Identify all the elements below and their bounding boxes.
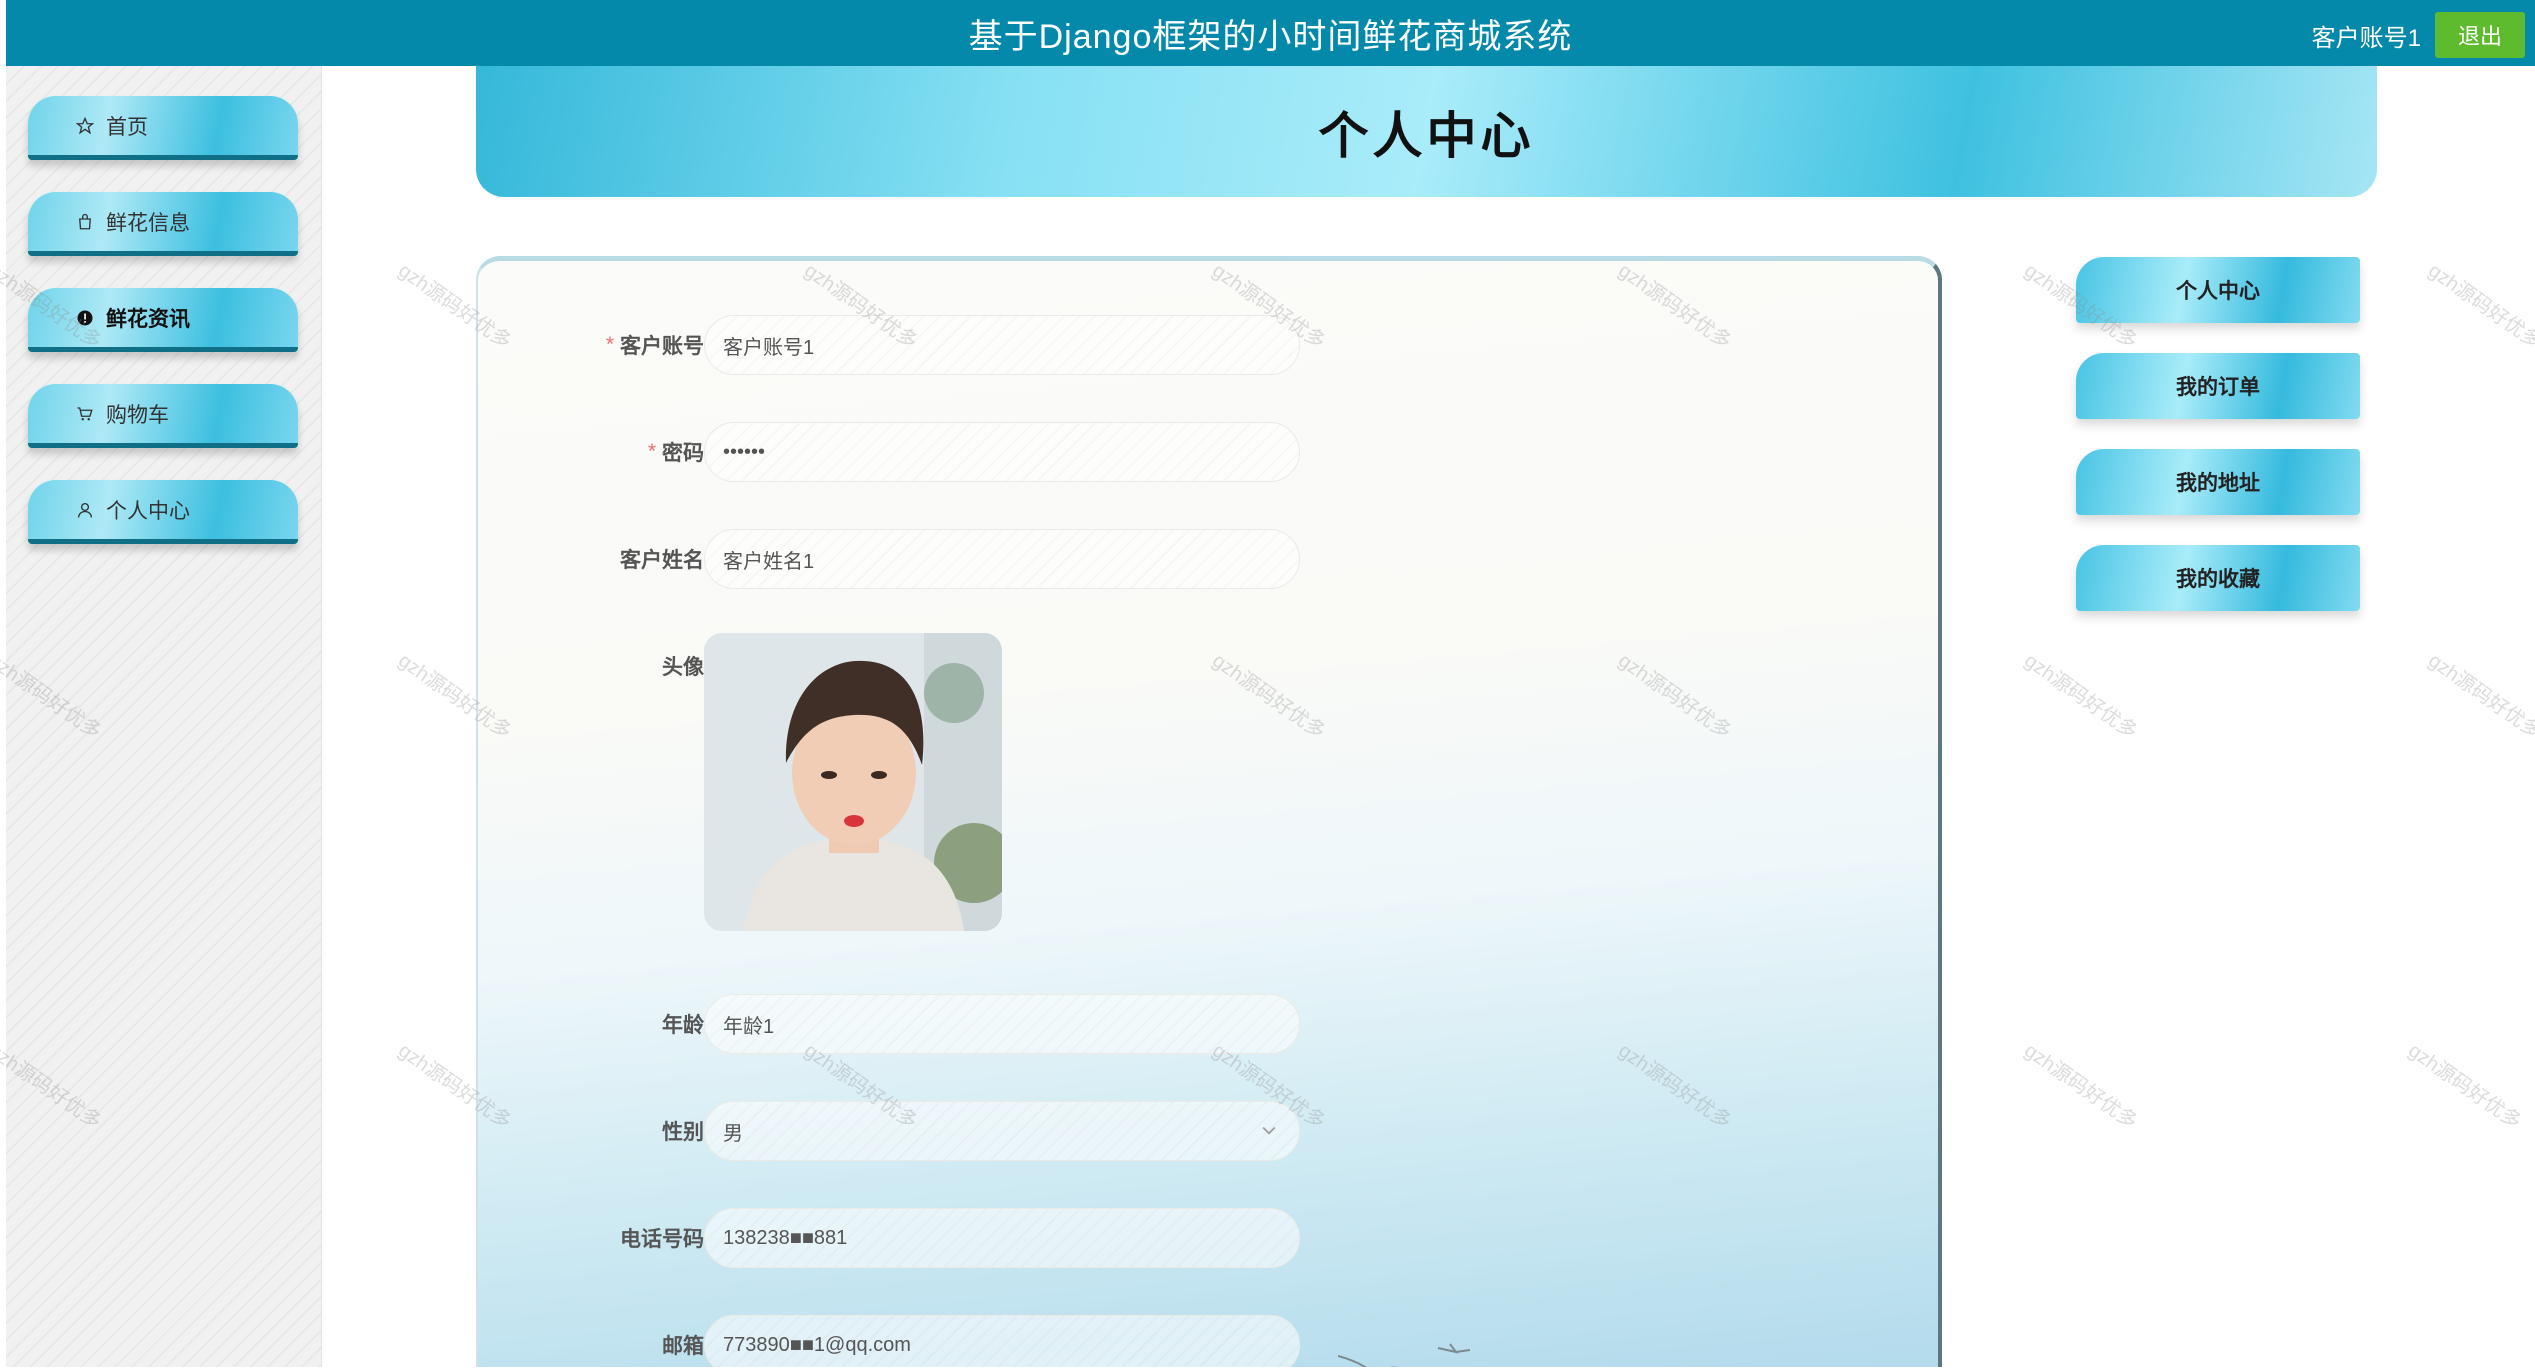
form-row-account: * 客户账号 客户账号1	[478, 315, 1938, 375]
page-title: 个人中心	[1318, 107, 1535, 164]
sidebar-item-label: 首页	[106, 115, 148, 139]
watermark: gzh源码好优多	[2020, 649, 2142, 744]
sidebar: 首页 鲜花信息 鲜花资讯 购物车 个人中心	[6, 66, 322, 1367]
name-input[interactable]: 客户姓名1	[704, 529, 1300, 589]
required-mark: *	[647, 440, 656, 463]
gender-select[interactable]: 男	[704, 1101, 1300, 1161]
gender-label: 性别	[662, 1121, 704, 1144]
form-row-email: 邮箱 773890■■1@qq.com	[478, 1315, 1938, 1367]
sidebar-item-label: 购物车	[106, 403, 169, 427]
sidebar-item-cart[interactable]: 购物车	[28, 384, 298, 448]
watermark: gzh源码好优多	[2424, 649, 2535, 744]
sidebar-item-flowers[interactable]: 鲜花信息	[28, 192, 298, 256]
profile-form: * 客户账号 客户账号1 * 密码 •••••• 客户姓名 客户姓名1 头像 年龄 …	[476, 256, 1942, 1367]
sidebar-item-home[interactable]: 首页	[28, 96, 298, 160]
password-input[interactable]: ••••••	[704, 422, 1300, 482]
watermark: gzh源码好优多	[2424, 259, 2535, 354]
form-row-gender: 性别 男	[478, 1101, 1938, 1161]
email-input[interactable]: 773890■■1@qq.com	[704, 1315, 1300, 1367]
account-input[interactable]: 客户账号1	[704, 315, 1300, 375]
email-label: 邮箱	[662, 1335, 704, 1358]
right-menu-profile[interactable]: 个人中心	[2076, 257, 2360, 323]
user-icon	[74, 499, 96, 521]
sidebar-item-label: 个人中心	[106, 499, 190, 523]
app-title: 基于Django框架的小时间鲜花商城系统	[968, 17, 1573, 56]
gender-value: 男	[723, 1122, 743, 1145]
form-row-password: * 密码 ••••••	[478, 422, 1938, 482]
bag-icon	[74, 211, 96, 233]
phone-label: 电话号码	[620, 1228, 704, 1251]
sidebar-item-profile[interactable]: 个人中心	[28, 480, 298, 544]
right-menu-address[interactable]: 我的地址	[2076, 449, 2360, 515]
avatar-label: 头像	[662, 656, 704, 679]
account-label: * 客户账号	[605, 333, 704, 358]
name-label: 客户姓名	[620, 549, 704, 572]
chevron-down-icon	[1259, 1120, 1279, 1146]
birds-decoration	[1338, 1343, 1471, 1367]
required-mark: *	[605, 333, 614, 356]
sidebar-item-label: 鲜花信息	[106, 211, 190, 235]
form-row-phone: 电话号码 138238■■881	[478, 1208, 1938, 1268]
age-label: 年龄	[662, 1014, 704, 1037]
sidebar-item-news[interactable]: 鲜花资讯	[28, 288, 298, 352]
top-bar: 基于Django框架的小时间鲜花商城系统 客户账号1 退出	[6, 0, 2535, 66]
avatar-image[interactable]	[704, 633, 1002, 931]
password-label: * 密码	[647, 440, 704, 465]
info-icon	[74, 307, 96, 329]
form-row-name: 客户姓名 客户姓名1	[478, 529, 1938, 589]
cart-icon	[74, 403, 96, 425]
right-menu-orders[interactable]: 我的订单	[2076, 353, 2360, 419]
current-user-label: 客户账号1	[2311, 25, 2421, 52]
right-menu-favorites[interactable]: 我的收藏	[2076, 545, 2360, 611]
star-icon	[74, 115, 96, 137]
sidebar-item-label: 鲜花资讯	[106, 307, 190, 331]
watermark: gzh源码好优多	[2020, 1039, 2142, 1134]
form-row-avatar: 头像	[478, 636, 1938, 696]
phone-input[interactable]: 138238■■881	[704, 1208, 1300, 1268]
form-row-age: 年龄 年龄1	[478, 994, 1938, 1054]
logout-button[interactable]: 退出	[2435, 12, 2525, 58]
watermark: gzh源码好优多	[2404, 1039, 2526, 1134]
age-input[interactable]: 年龄1	[704, 994, 1300, 1054]
page-banner: 个人中心	[476, 66, 2377, 197]
